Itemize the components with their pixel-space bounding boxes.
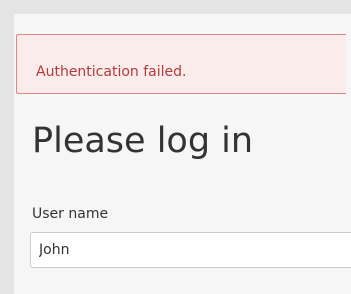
error-alert: Authentication failed. [16,34,346,94]
error-alert-message: Authentication failed. [36,64,187,80]
username-input[interactable] [30,232,351,268]
username-label: User name [32,206,109,222]
page-title: Please log in [32,121,254,161]
